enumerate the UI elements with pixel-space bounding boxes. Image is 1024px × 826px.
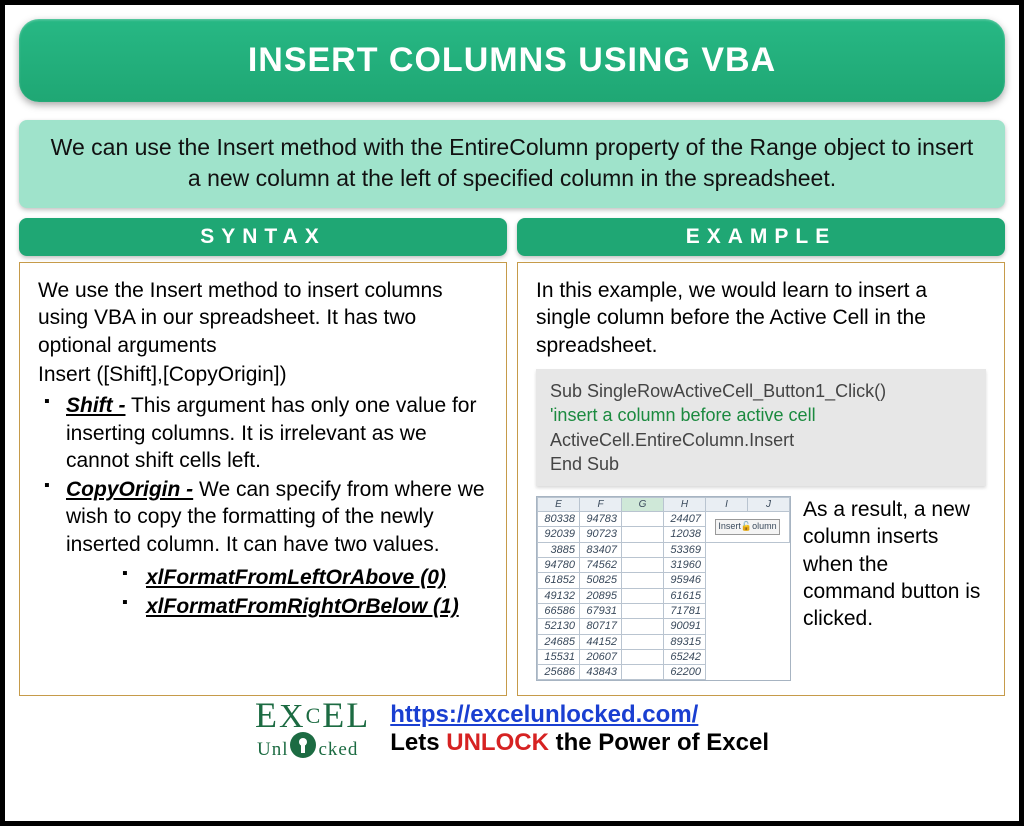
footer: EXCEL Unlcked https://excelunlocked.com/… bbox=[19, 700, 1005, 758]
copyorigin-values: xlFormatFromLeftOrAbove (0) xlFormatFrom… bbox=[66, 564, 488, 621]
excel-unlocked-logo: EXCEL Unlcked bbox=[255, 700, 370, 758]
example-column: EXAMPLE In this example, we would learn … bbox=[517, 218, 1005, 696]
shift-label: Shift - bbox=[66, 394, 125, 417]
spreadsheet-preview: E F G H I J 803389478324407Insert🔓olumn … bbox=[536, 496, 791, 681]
syntax-intro: We use the Insert method to insert colum… bbox=[38, 277, 488, 359]
intro-box: We can use the Insert method with the En… bbox=[19, 120, 1005, 208]
col-G: G bbox=[622, 498, 664, 512]
preview-table: E F G H I J 803389478324407Insert🔓olumn … bbox=[537, 497, 790, 680]
argument-shift: Shift - This argument has only one value… bbox=[42, 392, 488, 474]
logo-top: EXCEL bbox=[255, 700, 370, 732]
example-header: EXAMPLE bbox=[517, 218, 1005, 256]
infographic-card: INSERT COLUMNS USING VBA We can use the … bbox=[19, 19, 1005, 807]
intro-text: We can use the Insert method with the En… bbox=[47, 132, 977, 194]
col-F: F bbox=[580, 498, 622, 512]
example-lower-row: E F G H I J 803389478324407Insert🔓olumn … bbox=[536, 496, 986, 681]
example-body: In this example, we would learn to inser… bbox=[517, 262, 1005, 696]
two-column-layout: SYNTAX We use the Insert method to inser… bbox=[19, 218, 1005, 696]
footer-text-block: https://excelunlocked.com/ Lets UNLOCK t… bbox=[390, 701, 769, 757]
col-I: I bbox=[706, 498, 748, 512]
col-H: H bbox=[664, 498, 706, 512]
code-line-1: Sub SingleRowActiveCell_Button1_Click() bbox=[550, 379, 972, 403]
insert-column-button[interactable]: Insert🔓olumn bbox=[715, 519, 779, 535]
shift-desc: This argument has only one value for ins… bbox=[66, 394, 476, 472]
argument-copyorigin: CopyOrigin - We can specify from where w… bbox=[42, 476, 488, 620]
code-line-4: End Sub bbox=[550, 452, 972, 476]
website-link[interactable]: https://excelunlocked.com/ bbox=[390, 701, 698, 728]
syntax-body: We use the Insert method to insert colum… bbox=[19, 262, 507, 696]
result-text: As a result, a new column inserts when t… bbox=[803, 496, 986, 681]
value-left-above: xlFormatFromLeftOrAbove (0) bbox=[122, 564, 488, 591]
example-intro: In this example, we would learn to inser… bbox=[536, 277, 986, 359]
tagline: Lets UNLOCK the Power of Excel bbox=[390, 729, 769, 757]
table-row: 38858340753369 bbox=[538, 542, 790, 557]
vba-code-box: Sub SingleRowActiveCell_Button1_Click() … bbox=[536, 369, 986, 486]
header-row: E F G H I J bbox=[538, 498, 790, 512]
table-row: 803389478324407Insert🔓olumn bbox=[538, 512, 790, 527]
value-right-below: xlFormatFromRightOrBelow (1) bbox=[122, 593, 488, 620]
argument-list: Shift - This argument has only one value… bbox=[38, 392, 488, 620]
syntax-signature: Insert ([Shift],[CopyOrigin]) bbox=[38, 361, 488, 388]
keyhole-icon bbox=[290, 732, 316, 758]
col-J: J bbox=[748, 498, 790, 512]
title-banner: INSERT COLUMNS USING VBA bbox=[19, 19, 1005, 102]
syntax-header: SYNTAX bbox=[19, 218, 507, 256]
syntax-column: SYNTAX We use the Insert method to inser… bbox=[19, 218, 507, 696]
code-line-2: 'insert a column before active cell bbox=[550, 403, 972, 427]
col-E: E bbox=[538, 498, 580, 512]
copyorigin-label: CopyOrigin - bbox=[66, 478, 193, 501]
logo-bottom-row: Unlcked bbox=[255, 732, 370, 758]
code-line-3: ActiveCell.EntireColumn.Insert bbox=[550, 428, 972, 452]
page-title: INSERT COLUMNS USING VBA bbox=[49, 41, 975, 80]
